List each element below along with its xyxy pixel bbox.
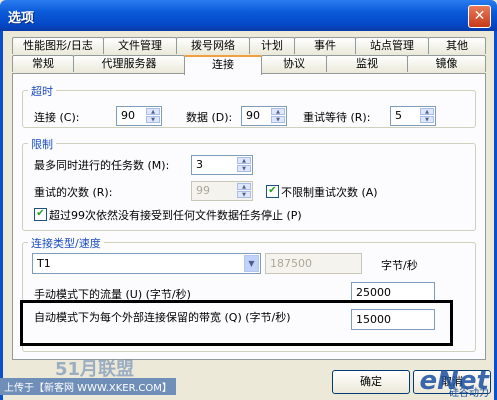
spin-down-icon[interactable]: ▼ [420, 116, 434, 123]
connection-type-legend: 连接类型/速度 [28, 235, 104, 251]
tab-schedule[interactable]: 计划 [249, 37, 295, 54]
tab-monitor[interactable]: 监视 [326, 55, 408, 72]
max-tasks-spinner[interactable]: 3 ▲ ▼ [191, 155, 253, 175]
upload-watermark: 上传于【新客网 WWW.XKER.COM】 [0, 378, 176, 395]
stop-if-no-data-checkbox[interactable]: ✔ [34, 208, 47, 221]
connect-timeout-label: 连接 (C): [34, 111, 80, 124]
window-title: 选项 [8, 11, 35, 26]
spin-down-icon[interactable]: ▼ [237, 191, 251, 198]
manual-flow-value: 25000 [356, 286, 391, 299]
spin-up-icon[interactable]: ▲ [237, 183, 251, 190]
max-tasks-value: 3 [196, 158, 203, 171]
title-bar[interactable]: 选项 ✕ [0, 0, 497, 31]
speed-value: 187500 [270, 257, 312, 270]
tab-events[interactable]: 事件 [294, 37, 356, 54]
close-icon: ✕ [473, 8, 486, 24]
tab-file-management[interactable]: 文件管理 [103, 37, 177, 54]
spin-up-icon[interactable]: ▲ [237, 157, 251, 164]
retry-wait-label: 重试等待 (R): [303, 111, 371, 124]
retry-wait-spinner[interactable]: 5 ▲ ▼ [390, 106, 436, 126]
tab-general[interactable]: 常规 [12, 55, 74, 72]
spin-up-icon[interactable]: ▲ [420, 108, 434, 115]
options-dialog: 选项 ✕ 性能图形/日志 文件管理 拨号网络 计划 事件 站点管理 其他 常规 … [0, 0, 497, 400]
speed-unit-label: 字节/秒 [381, 259, 418, 272]
tab-other[interactable]: 其他 [428, 37, 486, 54]
limits-legend: 限制 [28, 136, 56, 152]
retry-wait-value: 5 [395, 109, 402, 122]
tab-mirror[interactable]: 镜像 [407, 55, 486, 72]
tab-connection[interactable]: 连接 [184, 55, 262, 75]
auto-reserved-value: 15000 [356, 313, 391, 326]
speed-field[interactable]: 187500 [265, 253, 362, 274]
max-tasks-label: 最多同时进行的任务数 (M): [34, 159, 170, 172]
connection-type-value: T1 [37, 257, 51, 270]
tab-proxy[interactable]: 代理服务器 [73, 55, 185, 72]
connect-timeout-value: 90 [121, 109, 135, 122]
connect-timeout-spinner[interactable]: 90 ▲ ▼ [116, 106, 162, 126]
checkmark-icon: ✔ [268, 185, 277, 196]
spin-down-icon[interactable]: ▼ [146, 116, 160, 123]
timeout-legend: 超时 [28, 83, 56, 99]
tab-performance-log[interactable]: 性能图形/日志 [12, 37, 104, 54]
spin-up-icon[interactable]: ▲ [146, 108, 160, 115]
spin-down-icon[interactable]: ▼ [271, 116, 285, 123]
auto-reserved-field[interactable]: 15000 [351, 309, 435, 330]
checkmark-icon: ✔ [36, 208, 45, 219]
auto-reserved-label: 自动模式下为每个外部连接保留的带宽 (Q) (字节/秒) [34, 311, 291, 324]
tab-protocol[interactable]: 协议 [261, 55, 327, 72]
tab-site-manager[interactable]: 站点管理 [355, 37, 429, 54]
unlimited-retry-label[interactable]: 不限制重试次数 (A) [281, 184, 378, 200]
unlimited-retry-checkbox[interactable]: ✔ [266, 185, 279, 198]
spin-up-icon[interactable]: ▲ [271, 108, 285, 115]
ok-button[interactable]: 确定 [332, 370, 410, 394]
data-timeout-spinner[interactable]: 90 ▲ ▼ [241, 106, 287, 126]
data-timeout-label: 数据 (D): [186, 111, 233, 124]
window-border-left [0, 31, 3, 400]
retry-count-label: 重试的次数 (R): [34, 186, 113, 199]
data-timeout-value: 90 [246, 109, 260, 122]
enet-sub-watermark: 硅谷动力 [449, 388, 489, 399]
stop-if-no-data-label[interactable]: 超过99次依然没有接受到任何文件数据任务停止 (P) [49, 207, 302, 223]
retry-count-value: 99 [196, 184, 210, 197]
close-button[interactable]: ✕ [468, 5, 491, 28]
spin-down-icon[interactable]: ▼ [237, 165, 251, 172]
tab-dialup[interactable]: 拨号网络 [176, 37, 250, 54]
retry-count-spinner[interactable]: 99 ▲ ▼ [191, 181, 253, 201]
chevron-down-icon[interactable]: ▼ [244, 255, 259, 272]
connection-type-select[interactable]: T1 ▼ [32, 253, 261, 274]
